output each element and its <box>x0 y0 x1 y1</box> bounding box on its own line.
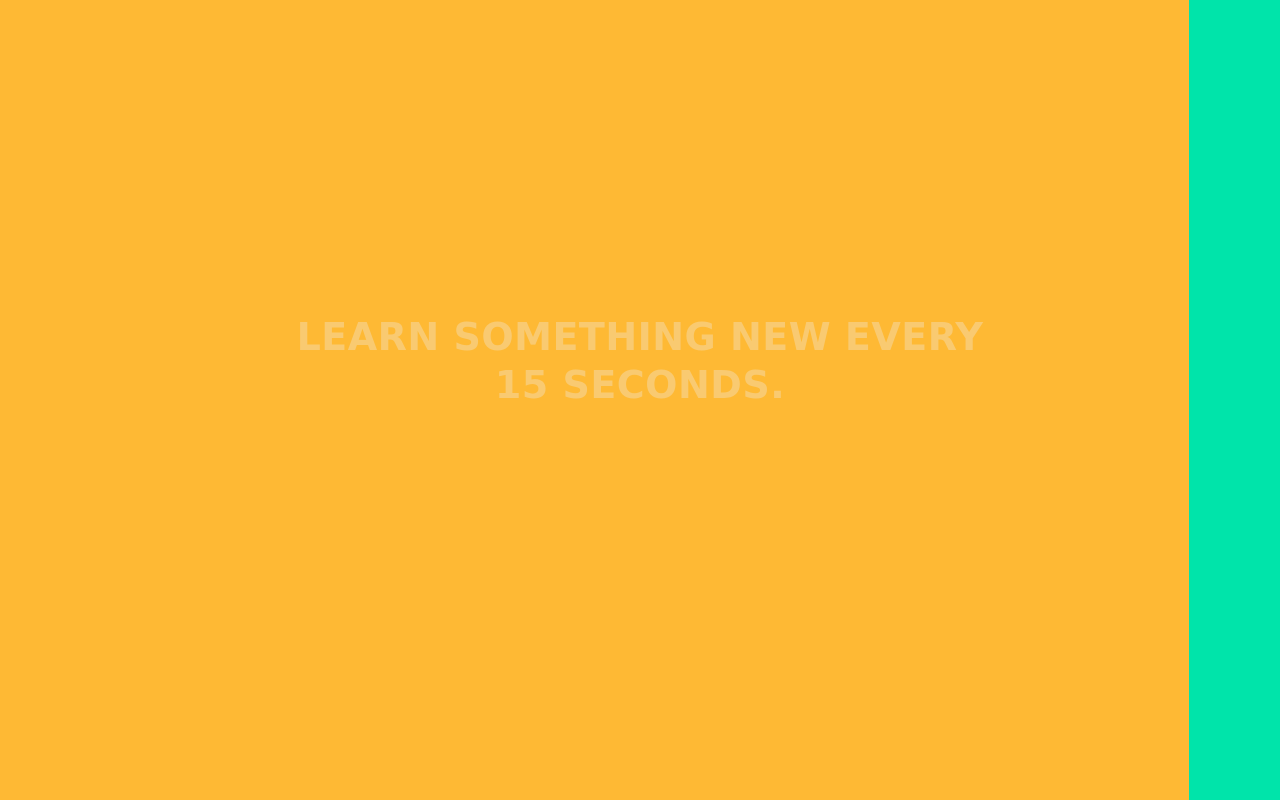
hero-headline-line-2: 15 SECONDS. <box>494 363 786 407</box>
hero-headline: LEARN SOMETHING NEW EVERY 15 SECONDS. <box>0 313 1280 409</box>
page: LEARN SOMETHING NEW EVERY 15 SECONDS. <box>0 0 1280 800</box>
hero-headline-line-1: LEARN SOMETHING NEW EVERY <box>296 315 984 359</box>
